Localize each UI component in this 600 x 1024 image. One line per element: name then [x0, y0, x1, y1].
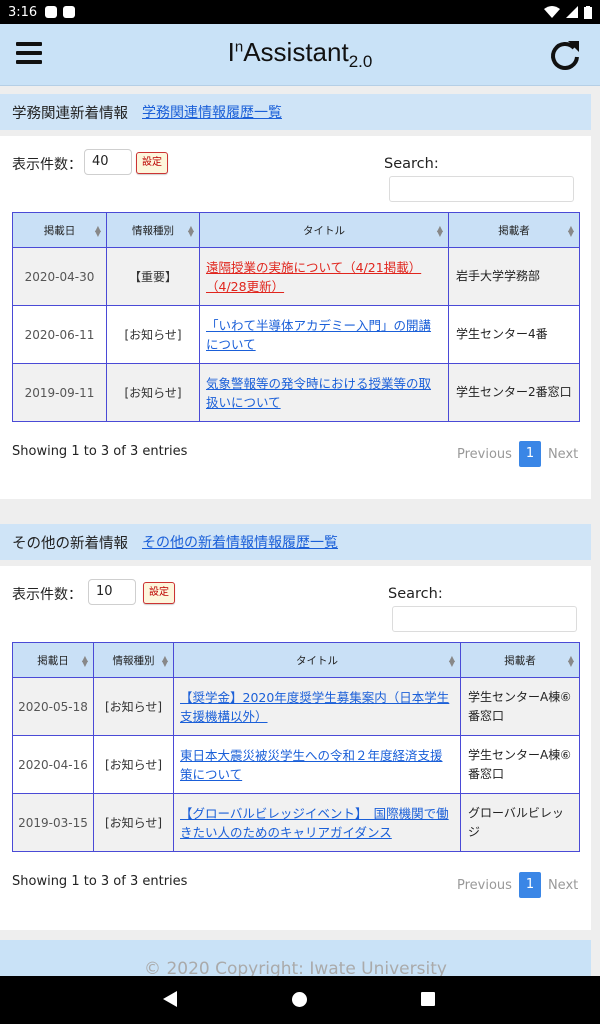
other-news-title: その他の新着情報 — [12, 535, 128, 552]
search-input[interactable] — [389, 176, 574, 202]
row-publisher: グローバルビレッジ — [460, 793, 580, 852]
row-date: 2020-04-30 — [12, 247, 107, 306]
row-kind: 【重要】 — [106, 247, 200, 306]
pagination: Previous 1 Next — [457, 872, 578, 898]
page-size-input[interactable]: 40 — [84, 149, 132, 175]
sort-icon: ▲ ▼ — [436, 224, 443, 238]
row-date: 2020-04-16 — [12, 735, 94, 794]
academic-news-title: 学務関連新着情報 — [12, 105, 128, 122]
column-header-date[interactable]: 掲載日 ▲ ▼ — [12, 212, 107, 248]
row-title-link[interactable]: 【グローバルビレッジイベント】 国際機関で働きたい人のためのキャリアガイダンス — [180, 806, 449, 840]
row-title-link[interactable]: 【奨学金】2020年度奨学生募集案内（日本学生支援機構以外） — [180, 690, 449, 724]
wifi-icon — [544, 6, 560, 18]
sort-icon: ▲ ▼ — [567, 224, 574, 238]
count-label: 表示件数： — [12, 157, 82, 173]
sort-icon: ▲ ▼ — [81, 654, 88, 668]
app-bar: InAssistant2.0 — [0, 24, 600, 86]
column-header-publisher[interactable]: 掲載者 ▲ ▼ — [448, 212, 580, 248]
academic-news-table: 掲載日 ▲ ▼ 情報種別 ▲ ▼ タイトル ▲ ▼ 掲載者 ▲ ▼ 2020-04-30 【重要… — [12, 212, 580, 422]
row-publisher: 学生センターA棟⑥番窓口 — [460, 677, 580, 736]
page-button-1[interactable]: 1 — [518, 441, 541, 467]
row-publisher: 学生センター2番窓口 — [448, 363, 580, 422]
hamburger-menu-icon[interactable] — [16, 42, 42, 66]
column-header-kind[interactable]: 情報種別 ▲ ▼ — [106, 212, 200, 248]
column-header-publisher[interactable]: 掲載者 ▲ ▼ — [460, 642, 580, 678]
home-icon[interactable] — [292, 992, 307, 1007]
row-title-link[interactable]: 東日本大震災被災学生への令和２年度経済支援策について — [180, 748, 443, 782]
system-nav-bar — [0, 976, 600, 1024]
entries-info: Showing 1 to 3 of 3 entries — [12, 874, 188, 889]
table-row: 2020-06-11 [お知らせ] 「いわて半導体アカデミー入門」の開講について… — [12, 305, 580, 364]
academic-history-link[interactable]: 学務関連情報履歴一覧 — [142, 102, 282, 122]
table-header-row: 掲載日 ▲ ▼ 情報種別 ▲ ▼ タイトル ▲ ▼ 掲載者 ▲ ▼ — [12, 212, 580, 248]
previous-button[interactable]: Previous — [457, 878, 512, 893]
status-bar: 3:16 — [0, 0, 600, 24]
footer: © 2020 Copyright: Iwate University — [0, 940, 591, 978]
previous-button[interactable]: Previous — [457, 447, 512, 462]
table-row: 2019-09-11 [お知らせ] 気象警報等の発令時における授業等の取扱いにつ… — [12, 363, 580, 422]
row-publisher: 学生センター4番 — [448, 305, 580, 364]
page-button-1[interactable]: 1 — [518, 872, 541, 898]
column-header-kind[interactable]: 情報種別 ▲ ▼ — [93, 642, 174, 678]
search-label: Search: — [388, 586, 443, 602]
column-header-title[interactable]: タイトル ▲ ▼ — [199, 212, 449, 248]
other-news-table: 掲載日 ▲ ▼ 情報種別 ▲ ▼ タイトル ▲ ▼ 掲載者 ▲ ▼ 2020-05-18 [お知… — [12, 642, 580, 852]
row-publisher: 学生センターA棟⑥番窓口 — [460, 735, 580, 794]
other-news-card: 表示件数： 10 設定 Search: 掲載日 ▲ ▼ 情報種別 ▲ ▼ タイトル ▲ ▼ … — [0, 566, 591, 930]
table-row: 2020-05-18 [お知らせ] 【奨学金】2020年度奨学生募集案内（日本学… — [12, 677, 580, 736]
sort-icon: ▲ ▼ — [161, 654, 168, 668]
sort-icon: ▲ ▼ — [94, 224, 101, 238]
row-kind: [お知らせ] — [93, 735, 174, 794]
column-header-date[interactable]: 掲載日 ▲ ▼ — [12, 642, 94, 678]
cell-signal-icon — [566, 6, 578, 18]
sort-icon: ▲ ▼ — [187, 224, 194, 238]
count-label: 表示件数： — [12, 587, 82, 603]
pagination: Previous 1 Next — [457, 441, 578, 467]
reload-icon[interactable] — [548, 38, 582, 72]
academic-news-header: 学務関連新着情報 学務関連情報履歴一覧 — [0, 94, 591, 130]
battery-icon — [584, 5, 592, 19]
row-date: 2019-03-15 — [12, 793, 94, 852]
recent-apps-icon[interactable] — [421, 992, 435, 1006]
search-label: Search: — [384, 156, 439, 172]
row-kind: [お知らせ] — [106, 363, 200, 422]
sort-icon: ▲ ▼ — [567, 654, 574, 668]
row-kind: [お知らせ] — [93, 793, 174, 852]
next-button[interactable]: Next — [548, 878, 578, 893]
table-row: 2020-04-16 [お知らせ] 東日本大震災被災学生への令和２年度経済支援策… — [12, 735, 580, 794]
storage-icon — [63, 6, 76, 18]
row-kind: [お知らせ] — [106, 305, 200, 364]
page-size-input[interactable]: 10 — [88, 579, 136, 605]
table-header-row: 掲載日 ▲ ▼ 情報種別 ▲ ▼ タイトル ▲ ▼ 掲載者 ▲ ▼ — [12, 642, 580, 678]
set-button[interactable]: 設定 — [136, 152, 168, 174]
search-input[interactable] — [392, 606, 577, 632]
table-row: 2020-04-30 【重要】 遠隔授業の実施について（4/21掲載）（4/28… — [12, 247, 580, 306]
table-row: 2019-03-15 [お知らせ] 【グローバルビレッジイベント】 国際機関で働… — [12, 793, 580, 852]
set-button[interactable]: 設定 — [143, 582, 175, 604]
other-history-link[interactable]: その他の新着情報情報履歴一覧 — [142, 532, 338, 552]
academic-news-card: 表示件数： 40 設定 Search: 掲載日 ▲ ▼ 情報種別 ▲ ▼ タイトル ▲ ▼ … — [0, 136, 591, 499]
notification-icon — [45, 6, 58, 18]
row-publisher: 岩手大学学務部 — [448, 247, 580, 306]
column-header-title[interactable]: タイトル ▲ ▼ — [173, 642, 461, 678]
back-icon[interactable] — [163, 991, 177, 1007]
row-kind: [お知らせ] — [93, 677, 174, 736]
row-title-link[interactable]: 気象警報等の発令時における授業等の取扱いについて — [206, 376, 431, 410]
other-news-header: その他の新着情報 その他の新着情報情報履歴一覧 — [0, 524, 591, 560]
row-date: 2019-09-11 — [12, 363, 107, 422]
sort-icon: ▲ ▼ — [448, 654, 455, 668]
entries-info: Showing 1 to 3 of 3 entries — [12, 444, 188, 459]
next-button[interactable]: Next — [548, 447, 578, 462]
status-time: 3:16 — [8, 4, 38, 20]
row-date: 2020-05-18 — [12, 677, 94, 736]
row-title-link[interactable]: 遠隔授業の実施について（4/21掲載）（4/28更新） — [206, 260, 421, 294]
row-date: 2020-06-11 — [12, 305, 107, 364]
row-title-link[interactable]: 「いわて半導体アカデミー入門」の開講について — [206, 318, 431, 352]
app-title: InAssistant2.0 — [227, 36, 373, 72]
